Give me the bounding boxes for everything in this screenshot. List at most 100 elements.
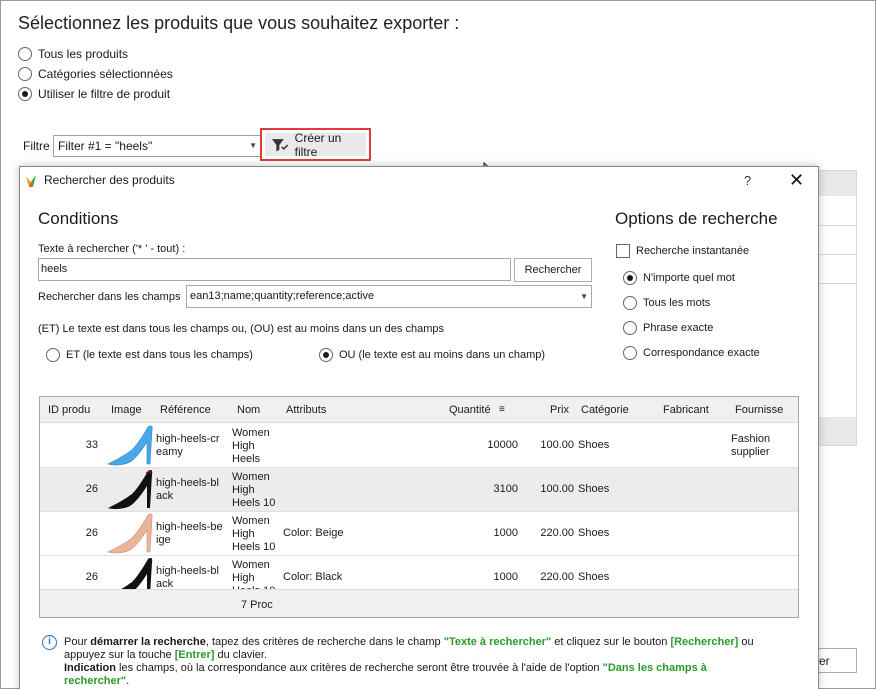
column-header-name[interactable]: Nom bbox=[237, 404, 260, 416]
filter-select[interactable]: Filter #1 = "heels" ▼ bbox=[53, 135, 261, 157]
cell-id: 26 bbox=[85, 571, 98, 583]
filter-label: Filtre bbox=[23, 139, 50, 153]
name-line: Women bbox=[232, 515, 270, 527]
radio-icon[interactable] bbox=[18, 47, 32, 61]
match-option-any-word[interactable]: N'importe quel mot bbox=[623, 271, 735, 285]
cell-reference: high-heels-cr eamy bbox=[156, 433, 220, 459]
product-image-blue-heel bbox=[107, 425, 153, 466]
fields-select[interactable]: ean13;name;quantity;reference;active ▼ bbox=[186, 285, 592, 308]
name-line: Women bbox=[232, 559, 270, 571]
radio-icon[interactable] bbox=[623, 296, 637, 310]
cell-category: Shoes bbox=[578, 571, 610, 583]
info-text: Pour démarrer la recherche, tapez des cr… bbox=[64, 636, 774, 688]
logic-option-label: OU (le texte est au moins dans un champ) bbox=[339, 349, 546, 361]
search-input[interactable]: heels bbox=[38, 258, 511, 281]
name-line: Heels 10 bbox=[232, 497, 276, 509]
logic-option-or[interactable]: OU (le texte est au moins dans un champ) bbox=[319, 348, 545, 362]
product-count: 7 Proc bbox=[241, 599, 273, 611]
instant-search-checkbox[interactable] bbox=[616, 244, 630, 258]
dropdown-arrow-icon[interactable]: ▼ bbox=[580, 292, 588, 301]
radio-selected-icon[interactable] bbox=[623, 271, 637, 285]
cell-supplier: Fashion supplier bbox=[731, 433, 770, 459]
logic-option-and[interactable]: ET (le texte est dans tous les champs) bbox=[46, 348, 253, 362]
dropdown-arrow-icon[interactable]: ▼ bbox=[249, 141, 257, 150]
info-segment: et cliquez sur le bouton bbox=[551, 636, 671, 648]
match-option-exact-match[interactable]: Correspondance exacte bbox=[623, 346, 760, 360]
match-option-label: N'importe quel mot bbox=[643, 272, 735, 284]
cell-price: 220.00 bbox=[540, 571, 574, 583]
ref-line: high-heels-bl bbox=[156, 565, 219, 577]
help-icon[interactable]: ? bbox=[744, 173, 751, 188]
export-option-filter[interactable]: Utiliser le filtre de produit bbox=[18, 87, 170, 101]
column-header-attributes[interactable]: Attributs bbox=[286, 404, 326, 416]
column-header-supplier[interactable]: Fournisse bbox=[735, 404, 783, 416]
column-header-price[interactable]: Prix bbox=[550, 404, 569, 416]
export-option-label: Utiliser le filtre de produit bbox=[38, 87, 171, 101]
close-icon[interactable]: ✕ bbox=[789, 170, 804, 191]
supplier-line: Fashion bbox=[731, 433, 771, 445]
cell-name: Women High Heels bbox=[232, 427, 270, 466]
export-option-categories[interactable]: Catégories sélectionnées bbox=[18, 67, 173, 81]
cell-id: 26 bbox=[85, 527, 98, 539]
cell-category: Shoes bbox=[578, 483, 610, 495]
info-segment: les champs, où la correspondance aux cri… bbox=[115, 662, 603, 674]
column-header-manufacturer[interactable]: Fabricant bbox=[663, 404, 709, 416]
search-text-label: Texte à rechercher ('* ' - tout) : bbox=[38, 243, 186, 255]
cell-name: WomenHighHeels 10 bbox=[232, 515, 275, 554]
radio-icon[interactable] bbox=[18, 67, 32, 81]
create-filter-button[interactable]: Créer un filtre bbox=[260, 128, 371, 161]
radio-selected-icon[interactable] bbox=[18, 87, 32, 101]
export-option-all[interactable]: Tous les produits bbox=[18, 47, 128, 61]
search-options-heading: Options de recherche bbox=[615, 209, 778, 228]
ref-line: high-heels-cr bbox=[156, 433, 220, 445]
background-grid bbox=[818, 170, 857, 446]
match-option-label: Tous les mots bbox=[643, 297, 711, 309]
filter-value: Filter #1 = "heels" bbox=[58, 139, 153, 153]
column-header-image[interactable]: Image bbox=[111, 404, 142, 416]
info-segment: Pour bbox=[64, 636, 91, 648]
name-line: High bbox=[232, 572, 255, 584]
match-option-all-words[interactable]: Tous les mots bbox=[623, 296, 710, 310]
column-header-reference[interactable]: Référence bbox=[160, 404, 211, 416]
ref-line: high-heels-be bbox=[156, 521, 223, 533]
column-header-id[interactable]: ID produ bbox=[48, 404, 90, 416]
cell-price: 100.00 bbox=[540, 439, 574, 451]
cell-quantity: 10000 bbox=[487, 439, 518, 451]
match-option-exact-phrase[interactable]: Phrase exacte bbox=[623, 321, 713, 335]
table-row[interactable]: 26 high-heels-bl ack Women High Heels 10 31… bbox=[40, 468, 798, 512]
cell-reference: high-heels-bl ack bbox=[156, 565, 219, 591]
table-row[interactable]: 26 high-heels-be ige Women High Heels 10 Co… bbox=[40, 512, 798, 556]
create-filter-label: Créer un filtre bbox=[294, 130, 342, 159]
table-row[interactable]: 33 high-heels-cr eamy Women High Heels 1000… bbox=[40, 424, 798, 468]
name-line: Heels bbox=[232, 453, 261, 465]
supplier-line: supplier bbox=[731, 446, 770, 458]
cell-quantity: 1000 bbox=[493, 571, 518, 583]
cell-quantity: 1000 bbox=[493, 527, 518, 539]
radio-icon[interactable] bbox=[623, 321, 637, 335]
table-header: ID produ Image Référence Nom Attributs Q… bbox=[40, 397, 798, 423]
cell-id: 33 bbox=[85, 439, 98, 451]
export-option-label: Catégories sélectionnées bbox=[38, 67, 173, 81]
info-segment: démarrer la recherche bbox=[90, 636, 206, 648]
column-header-quantity[interactable]: Quantité bbox=[449, 404, 491, 416]
column-header-category[interactable]: Catégorie bbox=[581, 404, 629, 416]
radio-selected-icon[interactable] bbox=[319, 348, 333, 362]
conditions-heading: Conditions bbox=[38, 209, 119, 228]
ref-line: ack bbox=[156, 490, 174, 502]
cell-reference: high-heels-be ige bbox=[156, 521, 223, 547]
filter-icon bbox=[271, 138, 289, 151]
product-image-black-heel bbox=[108, 470, 153, 510]
name-line: Heels 10 bbox=[232, 541, 276, 553]
info-segment: Indication bbox=[64, 662, 116, 674]
search-button[interactable]: Rechercher bbox=[514, 258, 592, 282]
name-line: High bbox=[232, 440, 255, 452]
product-image-beige-heel bbox=[107, 513, 153, 554]
sort-icon[interactable]: ≡ bbox=[499, 404, 505, 415]
dialog-title: Rechercher des produits bbox=[44, 173, 175, 187]
dialog-titlebar: Rechercher des produits ? ✕ bbox=[20, 167, 818, 195]
info-segment: [Entrer] bbox=[174, 649, 215, 661]
results-table[interactable]: ID produ Image Référence Nom Attributs Q… bbox=[39, 396, 799, 618]
fields-label: Rechercher dans les champs bbox=[38, 291, 181, 303]
radio-icon[interactable] bbox=[623, 346, 637, 360]
radio-icon[interactable] bbox=[46, 348, 60, 362]
